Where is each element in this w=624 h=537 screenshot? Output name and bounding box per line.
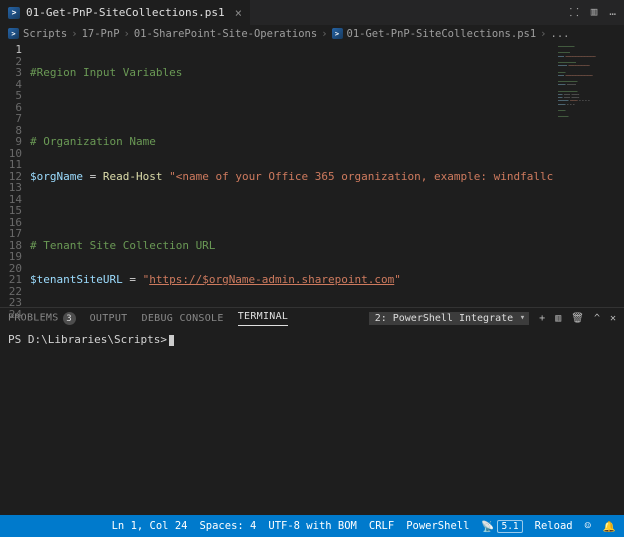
status-bar: Ln 1, Col 24 Spaces: 4 UTF-8 with BOM CR…	[0, 515, 624, 537]
editor-tabbar: > 01-Get-PnP-SiteCollections.ps1 × ⸬ ▥ …	[0, 0, 624, 25]
feedback-icon[interactable]: ☺	[585, 520, 591, 532]
tab-title: 01-Get-PnP-SiteCollections.ps1	[26, 6, 225, 19]
terminal-prompt: PS D:\Libraries\Scripts>	[8, 333, 167, 346]
breadcrumb[interactable]: > Scripts› 17-PnP› 01-SharePoint-Site-Op…	[0, 25, 624, 42]
minimap[interactable]: ▬▬▬▬▬▬▬▬▬▬▬ ▬▬▬▬▬▬▬▬ ▬▬▬▬ ▬▬▬▬▬▬▬▬▬▬▬▬▬▬…	[554, 42, 624, 307]
powershell-file-icon: >	[8, 7, 20, 19]
code-area[interactable]: #Region Input Variables # Organization N…	[30, 42, 554, 307]
file-tab[interactable]: > 01-Get-PnP-SiteCollections.ps1 ×	[0, 0, 250, 25]
breadcrumb-item[interactable]: 01-Get-PnP-SiteCollections.ps1	[347, 28, 537, 40]
status-encoding[interactable]: UTF-8 with BOM	[268, 520, 357, 532]
status-lncol[interactable]: Ln 1, Col 24	[112, 520, 188, 532]
status-language[interactable]: PowerShell	[406, 520, 469, 532]
tab-terminal[interactable]: TERMINAL	[238, 311, 289, 326]
new-terminal-icon[interactable]: +	[539, 313, 545, 324]
toggle-layout-icon[interactable]: ▥	[591, 5, 598, 20]
status-extension[interactable]: 📡5.1	[481, 520, 522, 533]
kill-terminal-icon[interactable]: 🗑	[571, 313, 584, 324]
code-editor[interactable]: 123456789101112131415161718192021222324 …	[0, 42, 624, 307]
terminal-select[interactable]: 2: PowerShell Integrate	[369, 312, 529, 325]
breadcrumb-item[interactable]: 17-PnP	[82, 28, 120, 40]
broadcast-icon: 📡	[481, 520, 494, 533]
split-editor-icon[interactable]: ⸬	[570, 5, 579, 20]
notifications-icon[interactable]: 🔔	[603, 520, 616, 533]
problems-count-badge: 3	[63, 312, 76, 325]
close-icon[interactable]: ×	[235, 6, 242, 20]
status-reload[interactable]: Reload	[535, 520, 573, 532]
tabbar-actions: ⸬ ▥ …	[570, 5, 624, 20]
status-eol[interactable]: CRLF	[369, 520, 394, 532]
terminal-cursor	[169, 335, 174, 346]
tab-output[interactable]: OUTPUT	[90, 313, 128, 324]
panel-tabs: PROBLEMS3 OUTPUT DEBUG CONSOLE TERMINAL …	[0, 307, 624, 329]
split-terminal-icon[interactable]: ▥	[555, 313, 561, 324]
line-number-gutter: 123456789101112131415161718192021222324	[0, 42, 30, 307]
powershell-file-icon: >	[8, 28, 19, 39]
tab-debug-console[interactable]: DEBUG CONSOLE	[142, 313, 224, 324]
maximize-panel-icon[interactable]: ^	[594, 313, 600, 324]
status-spaces[interactable]: Spaces: 4	[199, 520, 256, 532]
more-actions-icon[interactable]: …	[609, 5, 616, 20]
breadcrumb-item[interactable]: Scripts	[23, 28, 67, 40]
breadcrumb-item[interactable]: 01-SharePoint-Site-Operations	[134, 28, 317, 40]
powershell-file-icon: >	[332, 28, 343, 39]
terminal[interactable]: PS D:\Libraries\Scripts>	[0, 329, 624, 515]
close-panel-icon[interactable]: ✕	[610, 313, 616, 324]
breadcrumb-item[interactable]: ...	[551, 28, 570, 40]
